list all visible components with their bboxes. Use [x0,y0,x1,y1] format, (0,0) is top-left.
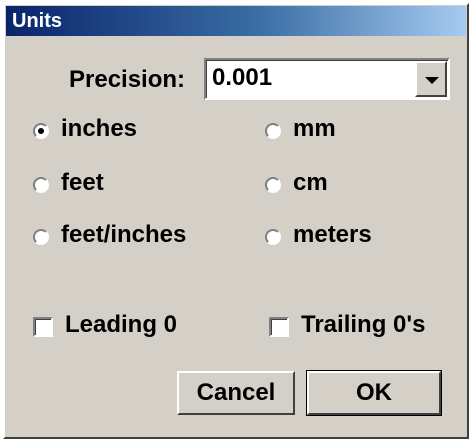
cancel-button[interactable]: Cancel [177,371,295,415]
radio-inches[interactable] [33,123,49,139]
leading-zero-checkbox[interactable] [33,317,53,337]
dropdown-button[interactable] [415,61,447,97]
window-title: Units [12,10,62,32]
radio-meters[interactable] [265,229,281,245]
radio-cm[interactable] [265,177,281,193]
radio-label-inches[interactable]: inches [61,115,137,143]
units-dialog: Units Precision: 0.001 inches feet feet/… [3,3,469,439]
radio-label-mm[interactable]: mm [293,115,336,143]
radio-feet-inches[interactable] [33,229,49,245]
precision-select[interactable]: 0.001 [204,58,450,100]
ok-button[interactable]: OK [306,370,442,416]
trailing-zeros-checkbox[interactable] [269,317,289,337]
trailing-zeros-label[interactable]: Trailing 0's [301,311,425,339]
radio-feet[interactable] [33,177,49,193]
precision-value: 0.001 [212,64,273,91]
radio-mm[interactable] [265,123,281,139]
precision-label: Precision: [69,66,186,93]
radio-selected-dot [38,128,44,134]
chevron-down-icon [425,77,439,84]
radio-label-meters[interactable]: meters [293,221,372,249]
radio-label-cm[interactable]: cm [293,169,328,197]
radio-label-feet[interactable]: feet [61,169,104,197]
leading-zero-label[interactable]: Leading 0 [65,311,177,339]
radio-label-feet-inches[interactable]: feet/inches [61,221,186,249]
title-bar: Units [6,6,466,36]
